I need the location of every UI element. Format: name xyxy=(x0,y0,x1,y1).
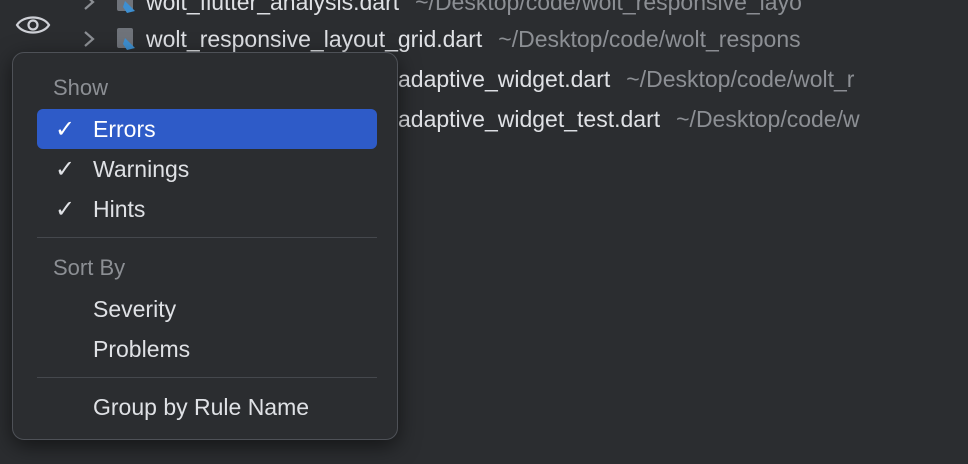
file-path: ~/Desktop/code/wolt_r xyxy=(626,65,855,92)
eye-icon[interactable] xyxy=(14,10,52,40)
file-name: adaptive_widget.dart xyxy=(398,65,611,92)
view-options-popup: Show ✓ Errors ✓ Warnings ✓ Hints Sort By… xyxy=(12,52,398,440)
menu-separator xyxy=(37,377,377,378)
tree-row[interactable]: adaptive_widget_test.dart ~/Desktop/code… xyxy=(398,101,860,137)
menu-item-label: Group by Rule Name xyxy=(93,393,310,420)
file-path: ~/Desktop/code/w xyxy=(676,105,860,132)
menu-item-label: Hints xyxy=(93,195,146,222)
menu-item-label: Problems xyxy=(93,335,191,362)
tree-row[interactable]: wolt_flutter_analysis.dart ~/Desktop/cod… xyxy=(78,0,802,20)
dart-file-icon xyxy=(114,26,140,52)
dart-file-icon xyxy=(114,0,140,15)
sort-by-section-header: Sort By xyxy=(53,255,126,280)
file-name: wolt_responsive_layout_grid.dart xyxy=(146,25,483,52)
tree-row[interactable]: adaptive_widget.dart ~/Desktop/code/wolt… xyxy=(398,61,854,97)
menu-item-label: Errors xyxy=(93,115,156,142)
file-path: ~/Desktop/code/wolt_respons xyxy=(498,25,801,52)
problems-view: wolt_flutter_analysis.dart ~/Desktop/cod… xyxy=(0,0,968,464)
menu-item-errors[interactable]: ✓ Errors xyxy=(37,109,377,149)
file-name: wolt_flutter_analysis.dart xyxy=(146,0,400,15)
chevron-right-icon[interactable] xyxy=(78,28,100,50)
menu-item-group-by-rule-name[interactable]: Group by Rule Name xyxy=(37,387,377,427)
checkmark-icon: ✓ xyxy=(55,195,76,223)
checkmark-icon: ✓ xyxy=(55,155,76,183)
file-path: ~/Desktop/code/wolt_responsive_layo xyxy=(415,0,802,15)
menu-item-severity[interactable]: Severity xyxy=(37,289,377,329)
menu-item-label: Warnings xyxy=(93,155,190,182)
menu-item-problems[interactable]: Problems xyxy=(37,329,377,369)
menu-separator xyxy=(37,237,377,238)
menu-item-hints[interactable]: ✓ Hints xyxy=(37,189,377,229)
checkmark-icon: ✓ xyxy=(55,115,76,143)
show-section-header: Show xyxy=(53,75,109,100)
file-name: adaptive_widget_test.dart xyxy=(398,105,661,132)
menu-item-label: Severity xyxy=(93,295,177,322)
menu-item-warnings[interactable]: ✓ Warnings xyxy=(37,149,377,189)
chevron-right-icon[interactable] xyxy=(78,0,100,13)
